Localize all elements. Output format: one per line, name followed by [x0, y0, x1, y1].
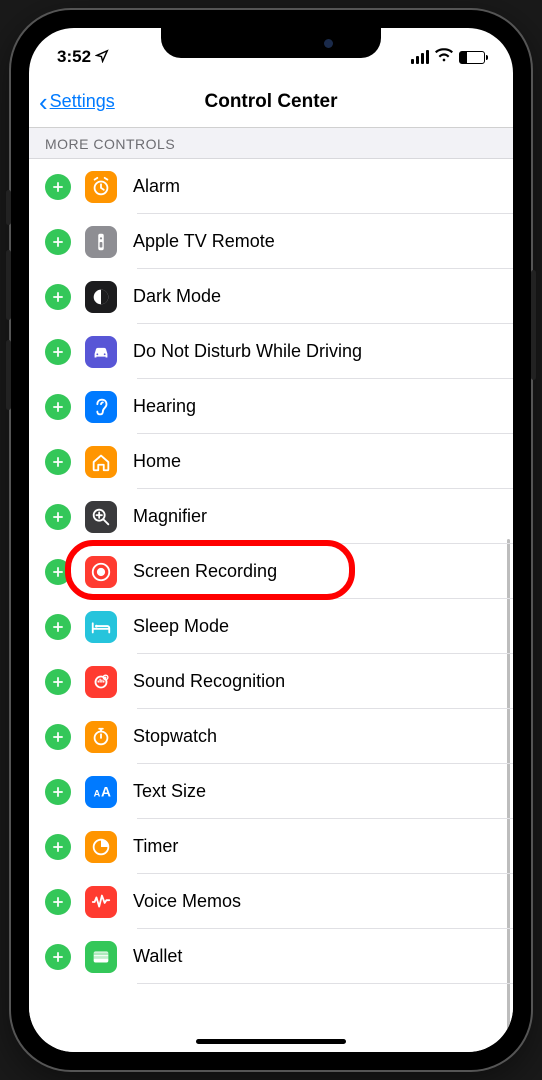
list-item[interactable]: Home [29, 434, 513, 489]
darkmode-icon [85, 281, 117, 313]
control-label: Wallet [133, 946, 182, 967]
add-button[interactable] [45, 614, 71, 640]
stopwatch-icon [85, 721, 117, 753]
control-label: Apple TV Remote [133, 231, 275, 252]
car-icon [85, 336, 117, 368]
list-item[interactable]: Dark Mode [29, 269, 513, 324]
magnifier-icon [85, 501, 117, 533]
add-button[interactable] [45, 944, 71, 970]
list-item[interactable]: Voice Memos [29, 874, 513, 929]
add-button[interactable] [45, 394, 71, 420]
list-item[interactable]: AA Text Size [29, 764, 513, 819]
svg-text:A: A [94, 788, 101, 798]
alarm-icon [85, 171, 117, 203]
back-label: Settings [50, 91, 115, 112]
control-label: Sleep Mode [133, 616, 229, 637]
add-button[interactable] [45, 449, 71, 475]
control-label: Voice Memos [133, 891, 241, 912]
add-button[interactable] [45, 724, 71, 750]
location-icon [95, 49, 109, 66]
phone-frame: 3:52 ‹ Settings Control Center MORE CONT… [11, 10, 531, 1070]
remote-icon [85, 226, 117, 258]
control-label: Alarm [133, 176, 180, 197]
cellular-icon [411, 50, 429, 64]
list-item[interactable]: Wallet [29, 929, 513, 984]
add-button[interactable] [45, 669, 71, 695]
add-button[interactable] [45, 834, 71, 860]
wallet-icon [85, 941, 117, 973]
home-indicator[interactable] [196, 1039, 346, 1044]
control-label: Sound Recognition [133, 671, 285, 692]
textsize-icon: AA [85, 776, 117, 808]
control-label: Screen Recording [133, 561, 277, 582]
list-item[interactable]: Sleep Mode [29, 599, 513, 654]
nav-bar: ‹ Settings Control Center [29, 76, 513, 128]
add-button[interactable] [45, 889, 71, 915]
battery-icon [459, 51, 485, 64]
control-label: Do Not Disturb While Driving [133, 341, 362, 362]
list-item[interactable]: Screen Recording [29, 544, 513, 599]
controls-list[interactable]: Alarm Apple TV Remote Dark Mode Do Not D… [29, 159, 513, 1052]
wifi-icon [435, 47, 453, 67]
chevron-left-icon: ‹ [39, 89, 48, 115]
list-item[interactable]: Do Not Disturb While Driving [29, 324, 513, 379]
add-button[interactable] [45, 284, 71, 310]
add-button[interactable] [45, 229, 71, 255]
control-label: Stopwatch [133, 726, 217, 747]
control-label: Dark Mode [133, 286, 221, 307]
list-item[interactable]: Sound Recognition [29, 654, 513, 709]
notch [161, 28, 381, 58]
status-time: 3:52 [57, 47, 91, 67]
control-label: Hearing [133, 396, 196, 417]
screen: 3:52 ‹ Settings Control Center MORE CONT… [29, 28, 513, 1052]
record-icon [85, 556, 117, 588]
add-button[interactable] [45, 779, 71, 805]
list-item[interactable]: Alarm [29, 159, 513, 214]
vol-up [6, 250, 11, 320]
mute-switch [6, 190, 11, 225]
ear-icon [85, 391, 117, 423]
add-button[interactable] [45, 174, 71, 200]
section-header: MORE CONTROLS [29, 128, 513, 159]
svg-text:A: A [101, 784, 111, 799]
list-item[interactable]: Hearing [29, 379, 513, 434]
control-label: Text Size [133, 781, 206, 802]
bed-icon [85, 611, 117, 643]
add-button[interactable] [45, 339, 71, 365]
timer-icon [85, 831, 117, 863]
add-button[interactable] [45, 559, 71, 585]
control-label: Timer [133, 836, 178, 857]
control-label: Magnifier [133, 506, 207, 527]
back-button[interactable]: ‹ Settings [39, 89, 115, 115]
list-item[interactable]: Magnifier [29, 489, 513, 544]
add-button[interactable] [45, 504, 71, 530]
voicememo-icon [85, 886, 117, 918]
control-label: Home [133, 451, 181, 472]
list-item[interactable]: Timer [29, 819, 513, 874]
list-item[interactable]: Apple TV Remote [29, 214, 513, 269]
sound-icon [85, 666, 117, 698]
vol-down [6, 340, 11, 410]
home-icon [85, 446, 117, 478]
power-button [531, 270, 536, 380]
list-item[interactable]: Stopwatch [29, 709, 513, 764]
